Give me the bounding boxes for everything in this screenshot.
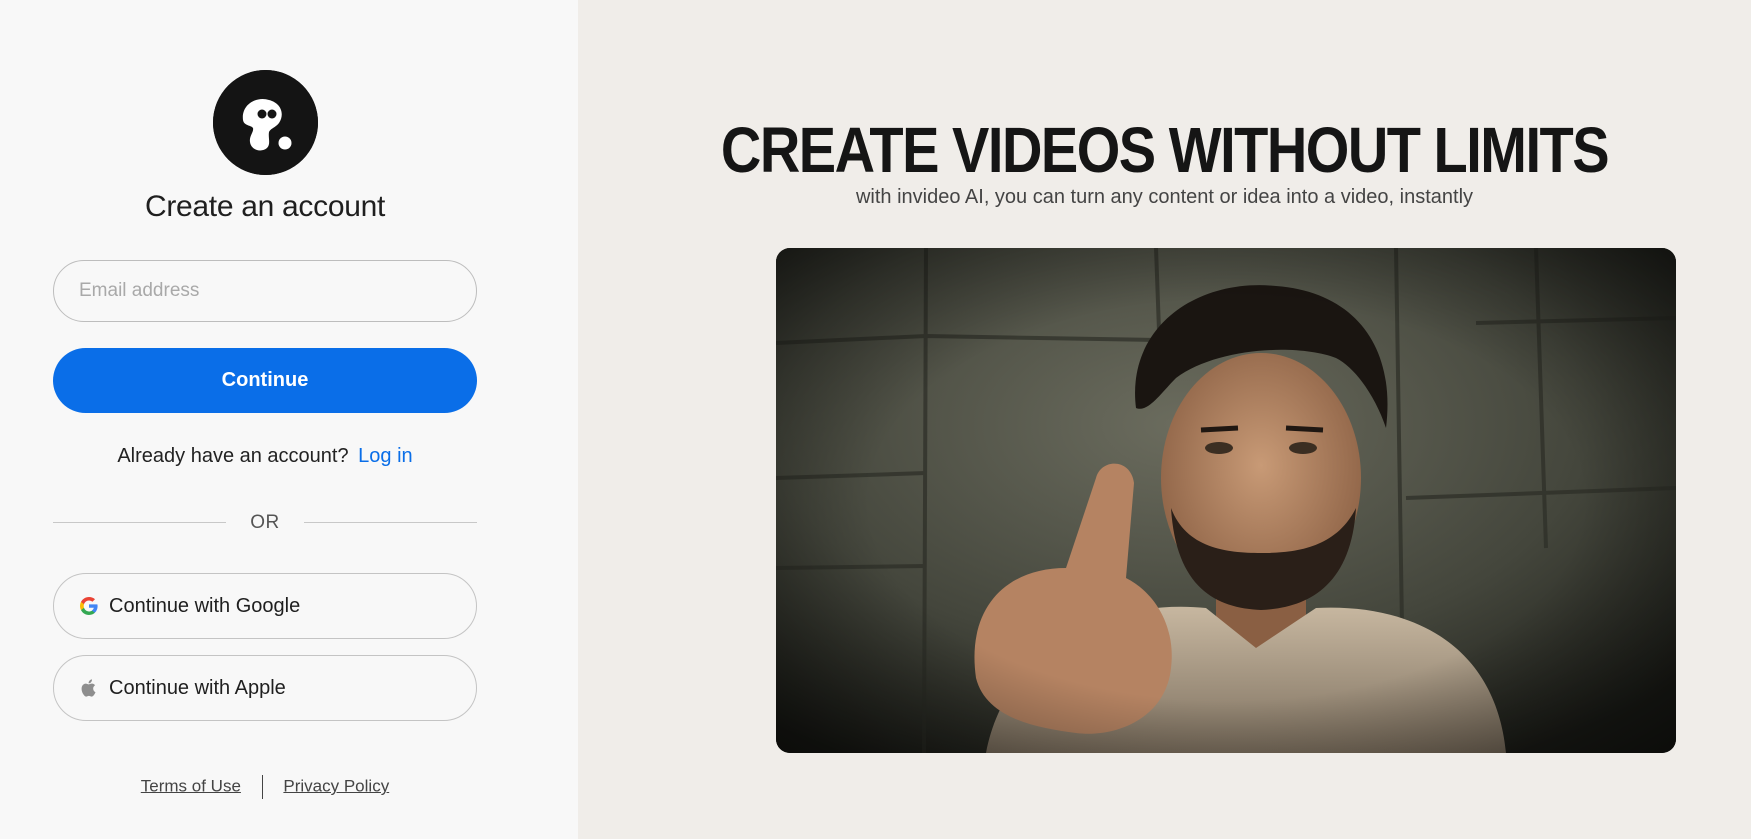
divider-line-right	[304, 522, 477, 523]
terms-of-use-link[interactable]: Terms of Use	[141, 776, 241, 795]
email-input[interactable]	[53, 260, 477, 322]
page-title: Create an account	[144, 190, 386, 223]
promo-headline: CREATE VIDEOS WITHOUT LIMITS	[720, 113, 1610, 186]
login-link[interactable]: Log in	[358, 445, 413, 467]
continue-button[interactable]: Continue	[53, 348, 477, 413]
or-text: OR	[250, 512, 280, 533]
already-have-account-text: Already have an account?	[117, 445, 349, 467]
footer-separator	[261, 775, 263, 799]
hero-image	[776, 248, 1676, 753]
page: Create an account Continue Already have …	[0, 0, 1751, 839]
google-button-label: Continue with Google	[109, 594, 301, 617]
apple-icon	[79, 678, 99, 698]
signup-panel: Create an account Continue Already have …	[0, 0, 578, 839]
footer-links: Terms of Use Privacy Policy	[0, 775, 530, 799]
privacy-policy-link[interactable]: Privacy Policy	[283, 776, 389, 795]
or-divider: OR	[53, 512, 477, 533]
google-icon	[79, 596, 99, 616]
promo-subheadline: with invideo AI, you can turn any conten…	[855, 186, 1474, 208]
continue-with-apple-button[interactable]: Continue with Apple	[53, 655, 477, 721]
login-prompt: Already have an account? Log in	[0, 445, 530, 468]
continue-with-google-button[interactable]: Continue with Google	[53, 573, 477, 639]
invideo-logo-icon	[213, 70, 318, 175]
promo-panel: CREATE VIDEOS WITHOUT LIMITS with invide…	[578, 0, 1751, 839]
apple-button-label: Continue with Apple	[109, 676, 286, 699]
